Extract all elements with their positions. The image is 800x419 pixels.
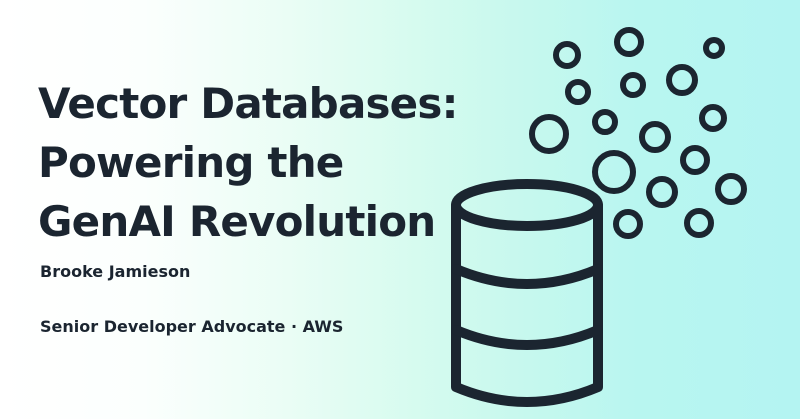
embedding-circle [613, 209, 643, 239]
embedding-circle [715, 173, 747, 205]
embedding-circle [699, 104, 727, 132]
embedding-circle [614, 27, 644, 57]
embedding-circle [620, 72, 646, 98]
embedding-circle [666, 64, 698, 96]
illustration [451, 27, 747, 407]
embedding-circle [684, 208, 714, 238]
embedding-circle [565, 79, 591, 105]
embedding-circle [639, 121, 671, 153]
database-icon [451, 179, 603, 407]
embedding-circle [592, 109, 618, 135]
embedding-circle [529, 114, 569, 154]
embedding-circle [646, 176, 678, 208]
vector-embedding-circles-icon [529, 27, 747, 239]
embedding-circle [680, 145, 710, 175]
embedding-circle [592, 150, 636, 194]
embedding-circle [553, 41, 581, 69]
embedding-circle [703, 37, 725, 59]
